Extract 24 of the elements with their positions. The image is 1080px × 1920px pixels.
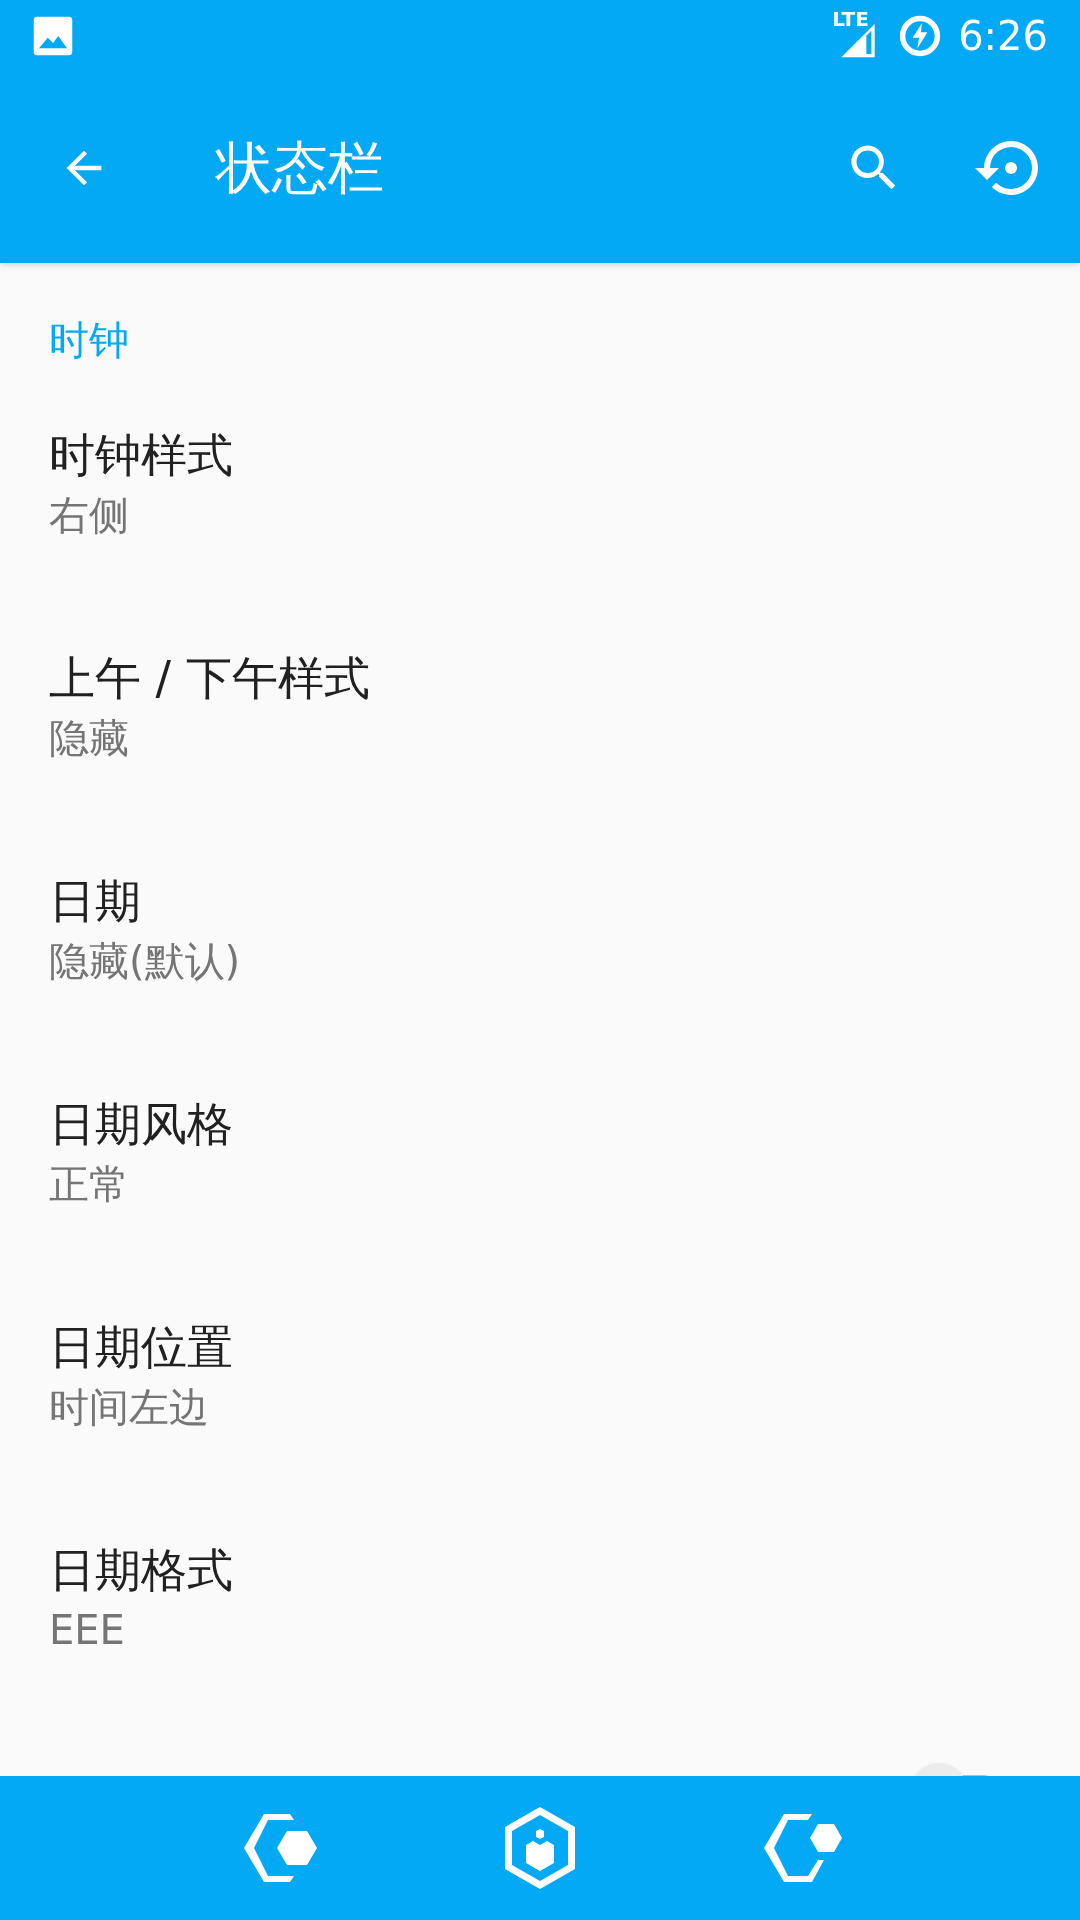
preference-title: 上午 / 下午样式 [49,650,370,706]
preference-item[interactable]: 日期格式 EEE [0,1488,1080,1711]
preference-summary: 时间左边 [49,1383,209,1432]
preference-summary: 隐藏 [49,714,129,763]
preference-summary: EEE [49,1606,125,1655]
section-header: 时钟 [49,317,129,363]
preference-title: 时钟样式 [49,427,233,483]
clock-time: 6:26 [958,16,1048,56]
preference-summary: 隐藏(默认) [49,937,241,986]
preference-summary: 正常 [49,1160,129,1209]
preference-item[interactable]: 上午 / 下午样式 隐藏 [0,596,1080,819]
network-type: LTE [832,9,869,29]
preference-item[interactable]: 日期 隐藏(默认) [0,819,1080,1042]
preference-item[interactable]: 日期风格 正常 [0,1042,1080,1265]
preference-title: 日期风格 [49,1096,233,1152]
battery-charging-icon [898,14,943,58]
preference-title: 日期 [49,873,141,929]
preference-title: 日期格式 [49,1542,233,1598]
screen-title: 状态栏 [216,133,385,202]
preference-title: 日期位置 [49,1319,233,1375]
preference-item[interactable]: 时钟样式 右侧 [0,373,1080,596]
image-icon [32,15,74,57]
preference-item[interactable]: 日期位置 时间左边 [0,1265,1080,1488]
preference-summary: 右侧 [49,491,129,540]
